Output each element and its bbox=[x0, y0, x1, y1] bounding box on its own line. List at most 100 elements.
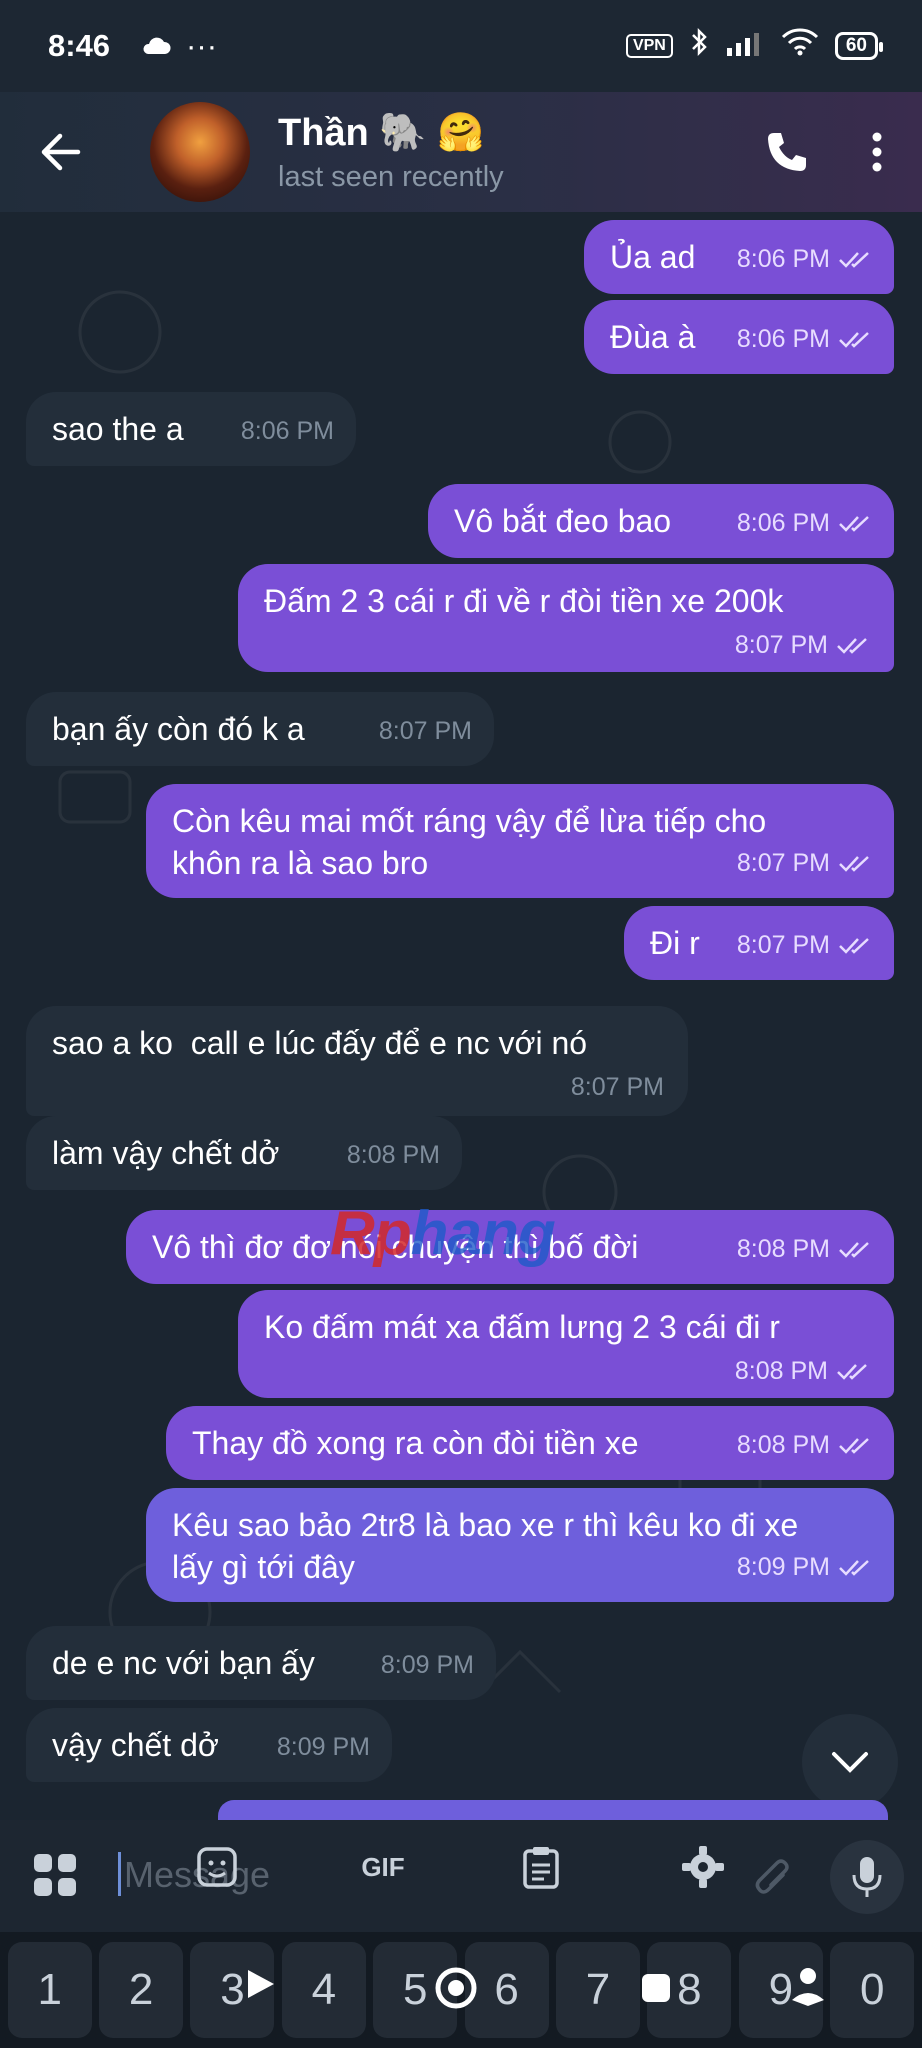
message-time: 8:06 PM bbox=[736, 325, 830, 353]
message-text: làm vậy chết dở bbox=[52, 1135, 280, 1171]
back-arrow-icon bbox=[41, 133, 81, 171]
avatar[interactable] bbox=[150, 102, 250, 202]
chevron-down-icon bbox=[832, 1752, 868, 1773]
message-text: Ko đấm mát xa đấm lưng 2 3 cái đi r bbox=[264, 1309, 780, 1345]
message-bubble-outgoing[interactable]: Đùa à 8:06 PM bbox=[584, 300, 894, 374]
message-text: bạn ấy còn đó k a bbox=[52, 711, 305, 747]
message-bubble-incoming[interactable]: sao a ko call e lúc đấy để e nc với nó 8… bbox=[26, 1006, 688, 1116]
double-check-icon bbox=[839, 516, 869, 532]
message-input-bar: Message GIF bbox=[0, 1820, 922, 1932]
nav-home-icon[interactable] bbox=[434, 1966, 478, 2015]
message-meta: 8:08 PM bbox=[737, 1424, 872, 1466]
apps-grid-button[interactable] bbox=[30, 1850, 80, 1900]
message-meta: 8:08 PM bbox=[737, 1228, 872, 1270]
double-check-icon bbox=[839, 938, 869, 954]
clipboard-button[interactable] bbox=[516, 1842, 566, 1892]
message-bubble-outgoing[interactable]: Đi r 8:07 PM bbox=[624, 906, 894, 980]
message-text: sao a ko call e lúc đấy để e nc với nó bbox=[52, 1025, 588, 1061]
message-bubble-incoming[interactable]: vậy chết dở 8:09 PM bbox=[26, 1708, 392, 1782]
key-2[interactable]: 2 bbox=[99, 1942, 184, 2038]
key-1[interactable]: 1 bbox=[7, 1942, 92, 2038]
clipboard-icon bbox=[523, 1847, 559, 1889]
message-text: Đi r bbox=[650, 925, 700, 961]
message-meta: 8:07 PM bbox=[737, 924, 872, 966]
phone-icon bbox=[768, 133, 806, 171]
voice-input-button[interactable] bbox=[830, 1840, 904, 1914]
message-time: 8:09 PM bbox=[276, 1733, 370, 1761]
gear-icon bbox=[682, 1846, 724, 1888]
message-time: 8:09 PM bbox=[380, 1651, 474, 1679]
chat-title: Thần 🐘 🤗 bbox=[278, 111, 485, 154]
apps-grid-icon bbox=[34, 1854, 76, 1896]
scroll-to-bottom-button[interactable] bbox=[802, 1714, 898, 1810]
message-time: 8:07 PM bbox=[734, 631, 828, 659]
chat-title-block[interactable]: Thần 🐘 🤗 last seen recently bbox=[278, 111, 742, 194]
double-check-icon bbox=[839, 856, 869, 872]
message-bubble-incoming[interactable]: làm vậy chết dở 8:08 PM bbox=[26, 1116, 462, 1190]
status-time: 8:46 bbox=[48, 28, 111, 63]
paperclip-icon bbox=[755, 1859, 789, 1894]
text-cursor bbox=[118, 1852, 121, 1896]
message-text: de e nc với bạn ấy bbox=[52, 1645, 315, 1681]
call-button[interactable] bbox=[742, 92, 832, 212]
message-time: 8:06 PM bbox=[736, 509, 830, 537]
nav-assistant-icon[interactable] bbox=[790, 1966, 826, 2011]
message-meta: 8:06 PM bbox=[737, 238, 872, 280]
message-bubble-incoming[interactable]: sao the a 8:06 PM bbox=[26, 392, 356, 466]
message-bubble-outgoing[interactable]: Vô bắt đeo bao 8:06 PM bbox=[428, 484, 894, 558]
double-check-icon bbox=[839, 1242, 869, 1258]
message-text: sao the a bbox=[52, 411, 184, 447]
message-bubble-incoming[interactable]: de e nc với bạn ấy 8:09 PM bbox=[26, 1626, 496, 1700]
message-meta: 8:06 PM bbox=[737, 502, 872, 544]
nav-recents-icon[interactable] bbox=[640, 1972, 672, 2009]
message-text: Đấm 2 3 cái r đi về r đòi tiền xe 200k bbox=[264, 583, 784, 619]
wifi-icon bbox=[781, 28, 819, 64]
message-meta: 8:07 PM bbox=[264, 624, 870, 666]
attach-button[interactable] bbox=[748, 1854, 798, 1904]
message-meta: 8:07 PM bbox=[737, 842, 872, 884]
message-meta: 8:08 PM bbox=[347, 1134, 440, 1176]
microphone-icon bbox=[852, 1857, 882, 1897]
back-button[interactable] bbox=[0, 92, 120, 212]
message-time: 8:07 PM bbox=[736, 931, 830, 959]
chat-last-seen: last seen recently bbox=[278, 160, 504, 193]
message-time: 8:07 PM bbox=[570, 1073, 664, 1101]
message-text: Ủa ad bbox=[610, 239, 696, 275]
chat-header: Thần 🐘 🤗 last seen recently bbox=[0, 92, 922, 212]
sticker-button[interactable] bbox=[192, 1842, 242, 1892]
message-time: 8:07 PM bbox=[378, 717, 472, 745]
message-time: 8:08 PM bbox=[736, 1431, 830, 1459]
message-bubble-outgoing[interactable]: Đấm 2 3 cái r đi về r đòi tiền xe 200k 8… bbox=[238, 564, 894, 672]
double-check-icon bbox=[837, 638, 867, 654]
message-bubble-outgoing[interactable]: Ko đấm mát xa đấm lưng 2 3 cái đi r 8:08… bbox=[238, 1290, 894, 1398]
message-time: 8:06 PM bbox=[736, 245, 830, 273]
key-4[interactable]: 4 bbox=[281, 1942, 366, 2038]
message-bubble-outgoing[interactable]: Thay đồ xong ra còn đòi tiền xe 8:08 PM bbox=[166, 1406, 894, 1480]
message-meta: 8:07 PM bbox=[52, 1066, 664, 1108]
message-bubble-outgoing[interactable]: Ủa ad 8:06 PM bbox=[584, 220, 894, 294]
more-notifications-icon: ··· bbox=[186, 28, 218, 63]
message-meta: 8:09 PM bbox=[737, 1546, 872, 1588]
key-7[interactable]: 7 bbox=[556, 1942, 641, 2038]
message-time: 8:08 PM bbox=[736, 1235, 830, 1263]
watermark-logo: Rphang bbox=[330, 1199, 556, 1268]
double-check-icon bbox=[839, 252, 869, 268]
double-check-icon bbox=[839, 332, 869, 348]
message-meta: 8:06 PM bbox=[737, 318, 872, 360]
gif-button[interactable]: GIF bbox=[348, 1842, 418, 1892]
settings-button[interactable] bbox=[678, 1842, 728, 1892]
message-bubble-incoming[interactable]: bạn ấy còn đó k a 8:07 PM bbox=[26, 692, 494, 766]
double-check-icon bbox=[837, 1364, 867, 1380]
message-list[interactable]: Ủa ad 8:06 PM Đùa à 8:06 PM sao the a 8:… bbox=[0, 212, 922, 1820]
message-time: 8:09 PM bbox=[736, 1553, 830, 1581]
message-meta: 8:07 PM bbox=[379, 710, 472, 752]
cloud-icon bbox=[140, 28, 172, 64]
double-check-icon bbox=[839, 1560, 869, 1576]
battery-indicator: 60 bbox=[834, 32, 884, 60]
more-options-button[interactable] bbox=[832, 92, 922, 212]
key-0[interactable]: 0 bbox=[830, 1942, 915, 2038]
message-bubble-outgoing[interactable]: Kêu sao bảo 2tr8 là bao xe r thì kêu ko … bbox=[146, 1488, 894, 1602]
nav-back-icon[interactable] bbox=[244, 1966, 280, 2007]
message-bubble-outgoing[interactable]: Còn kêu mai mốt ráng vậy để lừa tiếp cho… bbox=[146, 784, 894, 898]
message-text: Đùa à bbox=[610, 319, 696, 355]
